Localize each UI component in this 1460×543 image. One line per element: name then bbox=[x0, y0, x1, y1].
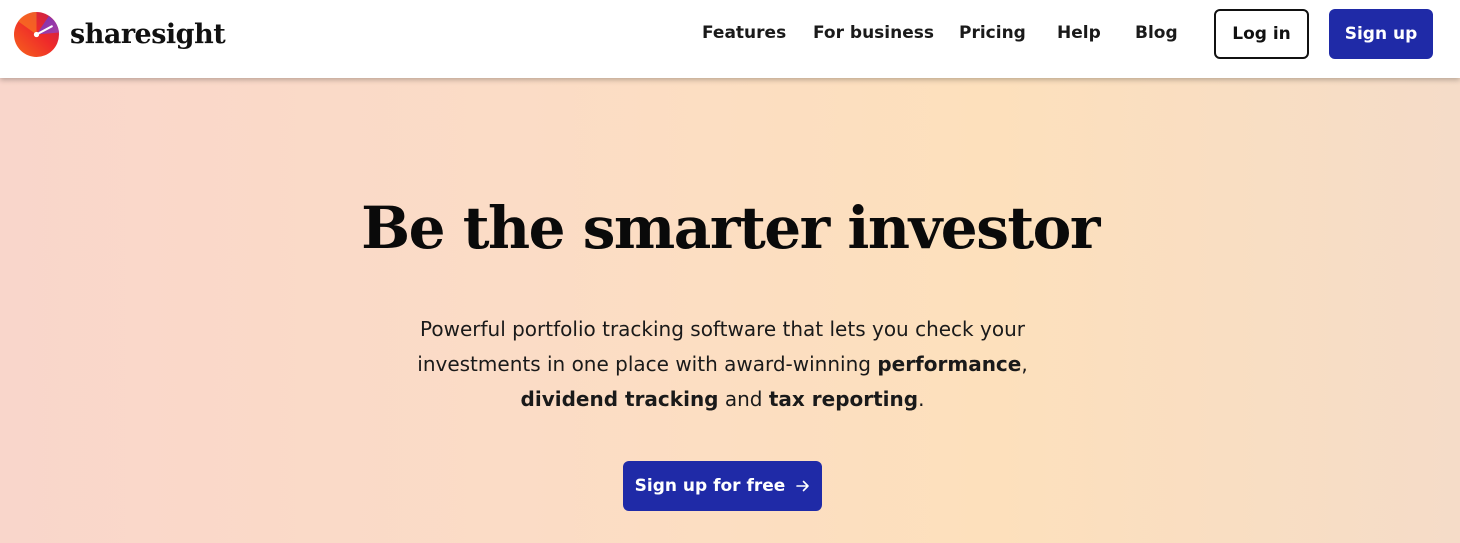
hero-subtitle-text-4: . bbox=[918, 387, 925, 411]
nav-pricing-link[interactable]: Pricing bbox=[959, 23, 1026, 43]
nav-for-business-link[interactable]: For business bbox=[813, 23, 934, 43]
arrow-right-icon bbox=[796, 480, 810, 492]
login-button[interactable]: Log in bbox=[1214, 9, 1309, 59]
hero-subtitle: Powerful portfolio tracking software tha… bbox=[380, 312, 1065, 417]
hero-subtitle-tax-reporting: tax reporting bbox=[768, 387, 919, 411]
signup-button[interactable]: Sign up bbox=[1329, 9, 1433, 59]
nav-blog-link[interactable]: Blog bbox=[1135, 23, 1178, 43]
nav-help-link[interactable]: Help bbox=[1057, 23, 1101, 43]
hero-section: Be the smarter investor Powerful portfol… bbox=[0, 78, 1460, 543]
hero-subtitle-text-3: and bbox=[718, 387, 769, 411]
hero-title: Be the smarter investor bbox=[361, 194, 1100, 262]
nav-features-link[interactable]: Features bbox=[702, 23, 786, 43]
hero-subtitle-performance: performance bbox=[877, 352, 1022, 376]
signup-free-button[interactable]: Sign up for free bbox=[623, 461, 822, 511]
top-navbar: sharesight Features For business Pricing… bbox=[0, 0, 1460, 78]
hero-subtitle-text-2: , bbox=[1021, 352, 1028, 376]
hero-subtitle-dividend-tracking: dividend tracking bbox=[520, 387, 719, 411]
signup-free-label: Sign up for free bbox=[634, 476, 786, 496]
